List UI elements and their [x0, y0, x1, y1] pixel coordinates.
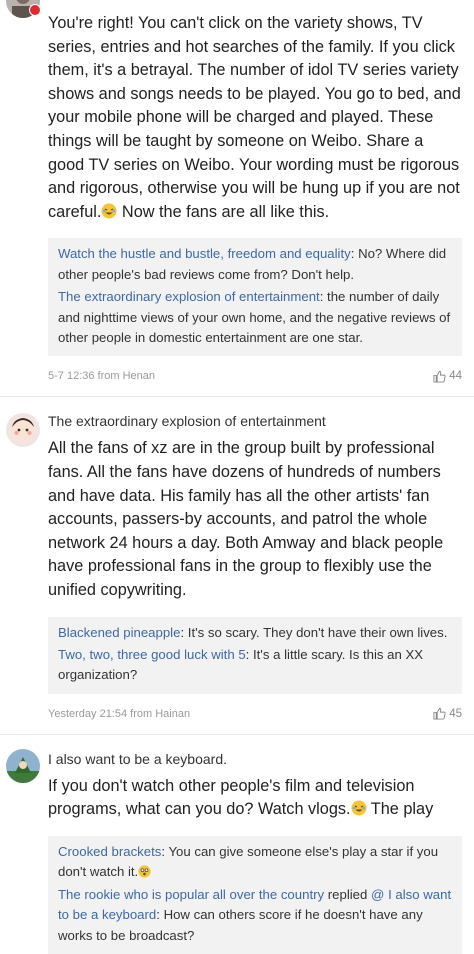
comment-text: You're right! You can't click on the var…: [48, 14, 461, 221]
laughing-tears-emoji-icon: [101, 203, 117, 219]
comment-author[interactable]: The extraordinary explosion of entertain…: [48, 411, 462, 431]
reply-author-link[interactable]: Crooked brackets: [58, 844, 161, 859]
laughing-tears-emoji-icon: [351, 800, 367, 816]
comment-meta: Yesterday 21:54 from Hainan 45: [48, 694, 462, 734]
thumbs-up-icon: [433, 708, 446, 720]
comment-meta: 5-7 12:36 from Henan 44: [48, 356, 462, 396]
reply-author-link[interactable]: The rookie who is popular all over the c…: [58, 887, 324, 902]
reply-author-link[interactable]: Watch the hustle and bustle, freedom and…: [58, 246, 351, 261]
comment-timestamp: 5-7 12:36 from Henan: [48, 370, 156, 383]
avatar[interactable]: [6, 413, 40, 448]
reply-box: Watch the hustle and bustle, freedom and…: [48, 238, 462, 357]
reply-author-link[interactable]: Blackened pineapple: [58, 625, 180, 640]
reply-item[interactable]: Blackened pineapple: It's so scary. They…: [58, 623, 452, 643]
reply-author-link[interactable]: Two, two, three good luck with 5: [58, 647, 246, 662]
comment-author[interactable]: I also want to be a keyboard.: [48, 749, 462, 769]
like-count: 44: [449, 370, 462, 383]
comment-item: I also want to be a keyboard. If you don…: [0, 735, 474, 954]
reply-item[interactable]: Two, two, three good luck with 5: It's a…: [58, 645, 452, 686]
comment-text: All the fans of xz are in the group buil…: [48, 439, 444, 599]
like-button[interactable]: 45: [433, 707, 462, 720]
comment-timestamp: Yesterday 21:54 from Hainan: [48, 707, 191, 720]
like-count: 45: [449, 707, 462, 720]
like-button[interactable]: 44: [433, 370, 462, 383]
thumbs-up-icon: [433, 370, 446, 383]
dizzy-face-emoji-icon: [138, 865, 151, 878]
avatar[interactable]: [6, 748, 40, 783]
reply-item[interactable]: The extraordinary explosion of entertain…: [58, 287, 452, 348]
comment-feed: You're right! You can't click on the var…: [0, 0, 474, 954]
reply-box: Crooked brackets: You can give someone e…: [48, 835, 462, 954]
vip-badge-icon: [29, 4, 41, 16]
reply-item[interactable]: Watch the hustle and bustle, freedom and…: [58, 244, 452, 285]
reply-item[interactable]: The rookie who is popular all over the c…: [58, 885, 452, 946]
comment-item: The extraordinary explosion of entertain…: [0, 397, 474, 735]
reply-box: Blackened pineapple: It's so scary. They…: [48, 616, 462, 694]
reply-item[interactable]: Crooked brackets: You can give someone e…: [58, 842, 452, 883]
reply-author-link[interactable]: The extraordinary explosion of entertain…: [58, 289, 320, 304]
comment-item: You're right! You can't click on the var…: [0, 0, 474, 398]
comment-text: If you don't watch other people's film a…: [48, 776, 434, 819]
